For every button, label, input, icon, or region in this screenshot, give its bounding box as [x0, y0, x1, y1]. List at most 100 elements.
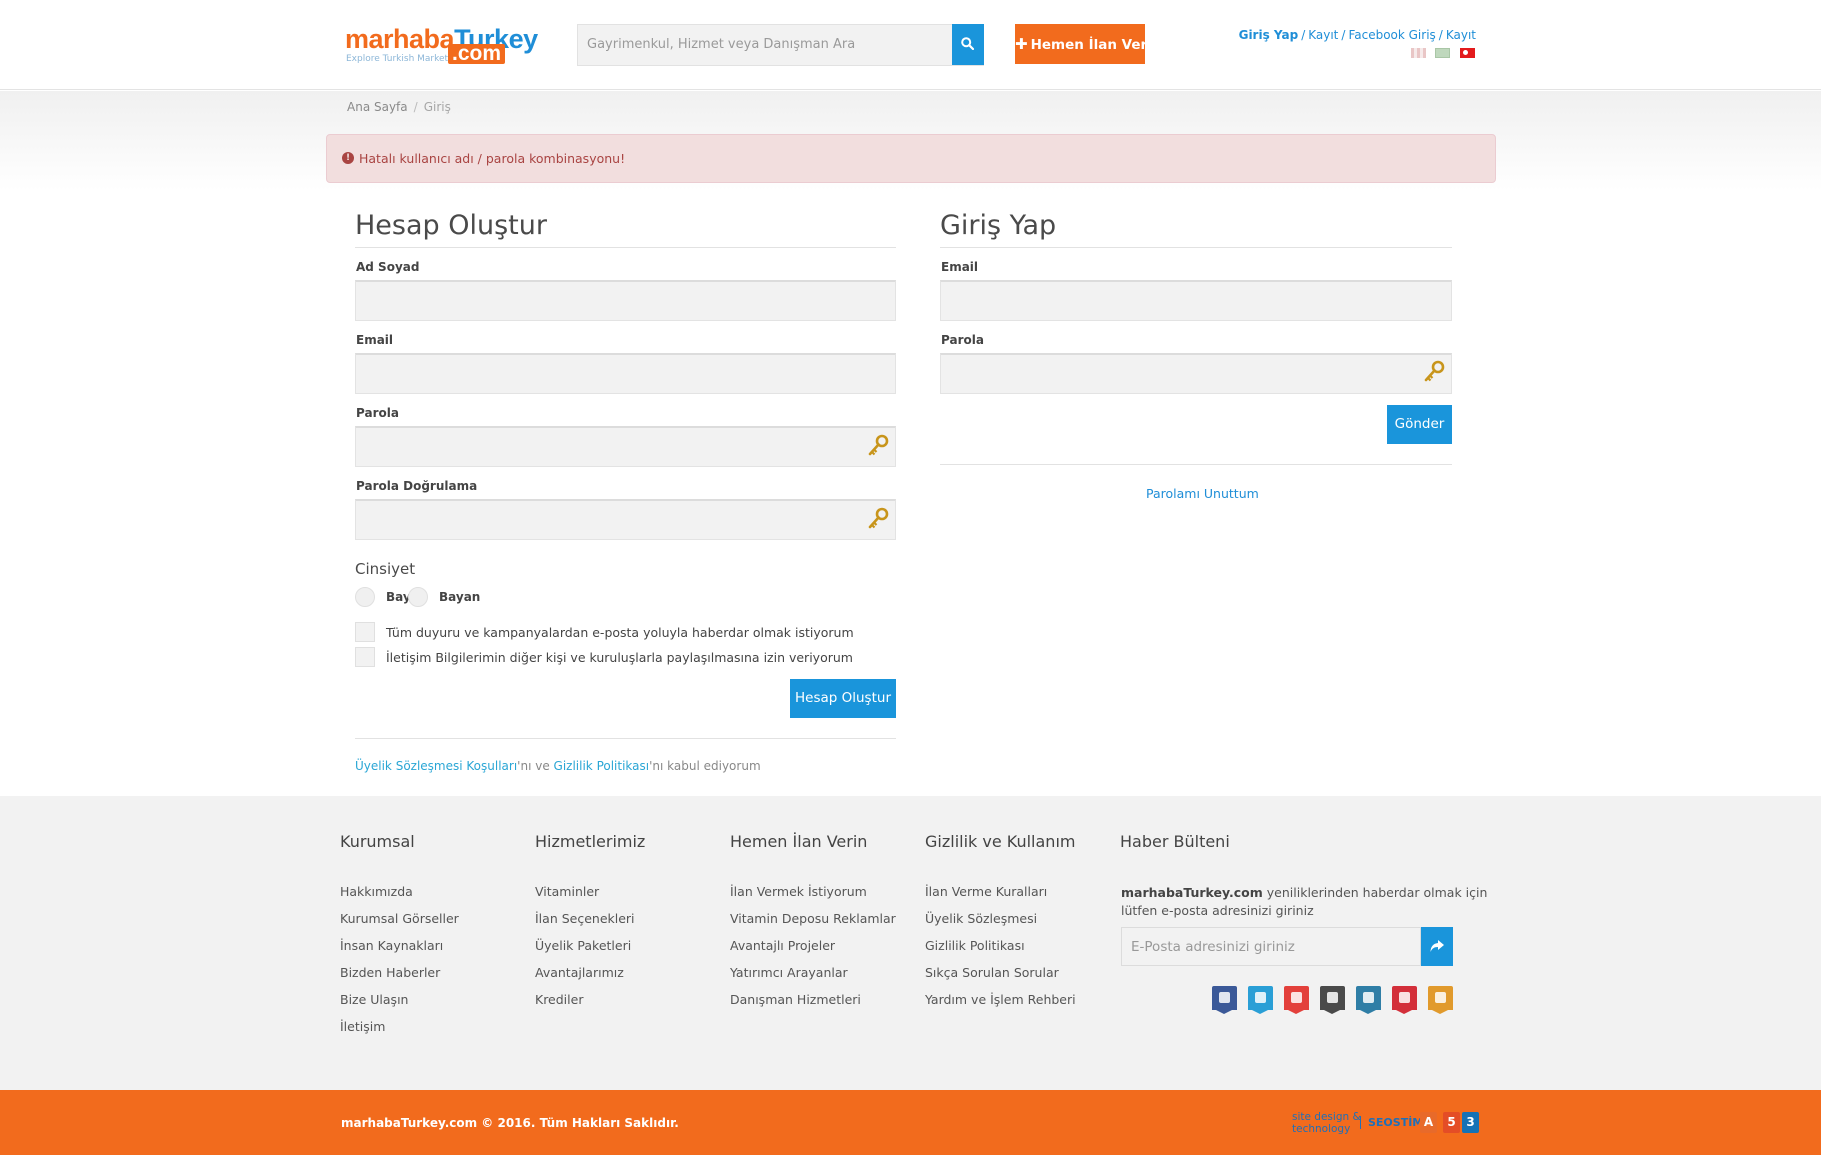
footer-column-title: Kurumsal	[340, 832, 415, 851]
login-submit-button[interactable]: Gönder	[1387, 405, 1452, 444]
pinterest-icon[interactable]	[1392, 986, 1417, 1016]
footer-link[interactable]: İlan Verme Kuralları	[925, 878, 1076, 905]
register-email-input[interactable]	[355, 353, 896, 394]
terms-text: Üyelik Sözleşmesi Koşulları'nı ve Gizlil…	[355, 759, 761, 773]
footer-column-newsletter: Haber Bülteni	[1120, 832, 1230, 851]
footer-link[interactable]: Avantajlarımız	[535, 959, 645, 986]
design-credit-line-2: technology	[1292, 1123, 1351, 1135]
footer-link[interactable]: Sıkça Sorulan Sorular	[925, 959, 1076, 986]
twitter-icon[interactable]	[1248, 986, 1273, 1016]
forgot-password-link[interactable]: Parolamı Unuttum	[1146, 486, 1259, 501]
newsletter-text: marhabaTurkey.com yeniliklerinden haberd…	[1121, 884, 1491, 920]
newsletter-placeholder: E-Posta adresinizi giriniz	[1131, 939, 1295, 955]
footer-column-post-ad: Hemen İlan Verin İlan Vermek İstiyorum V…	[730, 832, 896, 1013]
footer-link[interactable]: Gizlilik Politikası	[925, 932, 1076, 959]
terms-mid: 'nı ve	[517, 759, 554, 773]
privacy-link[interactable]: Gizlilik Politikası	[554, 759, 650, 773]
flag-tr-icon[interactable]	[1460, 48, 1475, 58]
newsletter-email-input[interactable]: E-Posta adresinizi giriniz	[1121, 927, 1421, 966]
facebook-login-link[interactable]: Facebook Giriş	[1348, 28, 1435, 42]
footer-link[interactable]: Üyelik Sözleşmesi	[925, 905, 1076, 932]
footer-link[interactable]: Danışman Hizmetleri	[730, 986, 896, 1013]
login-title-divider	[940, 247, 1452, 248]
name-input[interactable]	[355, 280, 896, 321]
register-title-divider	[355, 247, 896, 248]
site-logo[interactable]: marhabaTurkey .com Explore Turkish Marke…	[345, 24, 538, 68]
login-email-input[interactable]	[940, 280, 1452, 321]
footer-column-privacy: Gizlilik ve Kullanım İlan Verme Kurallar…	[925, 832, 1076, 1013]
footer-link[interactable]: İlan Seçenekleri	[535, 905, 645, 932]
footer-link[interactable]: İlan Vermek İstiyorum	[730, 878, 896, 905]
footer-link[interactable]: Avantajlı Projeler	[730, 932, 896, 959]
design-company-link[interactable]: SEOSTİM	[1360, 1116, 1423, 1129]
gender-male-label: Bay	[386, 590, 411, 604]
footer-link[interactable]: Bizden Haberler	[340, 959, 459, 986]
password-confirm-label: Parola Doğrulama	[356, 479, 478, 493]
newsletter-submit-button[interactable]	[1421, 927, 1453, 966]
youtube-icon[interactable]	[1284, 986, 1309, 1016]
footer-link[interactable]: Kurumsal Görseller	[340, 905, 459, 932]
logo-text-1: marhaba	[345, 24, 455, 54]
register-link-2[interactable]: Kayıt	[1446, 28, 1476, 42]
copyright-bar: marhabaTurkey.com © 2016. Tüm Hakları Sa…	[0, 1090, 1821, 1155]
password-confirm-input[interactable]	[355, 499, 896, 540]
design-credit: site design & technology	[1292, 1111, 1361, 1135]
design-credit-line-1: site design &	[1292, 1111, 1361, 1123]
search-button[interactable]	[952, 24, 984, 65]
post-ad-label: Hemen İlan Ver	[1030, 37, 1148, 53]
flag-ar-icon[interactable]	[1435, 48, 1450, 58]
search-icon	[961, 37, 974, 50]
exclamation-icon: !	[342, 152, 354, 164]
footer-link[interactable]: Vitamin Deposu Reklamlar	[730, 905, 896, 932]
user-links: Giriş Yap / Kayıt / Facebook Giriş / Kayıt	[1238, 28, 1476, 42]
gender-female-label: Bayan	[439, 590, 481, 604]
terms-link[interactable]: Üyelik Sözleşmesi Koşulları	[355, 759, 517, 773]
footer-column-title: Hemen İlan Verin	[730, 832, 868, 851]
instagram-icon[interactable]	[1356, 986, 1381, 1016]
footer-column-corporate: Kurumsal Hakkımızda Kurumsal Görseller İ…	[340, 832, 459, 1040]
breadcrumb-home[interactable]: Ana Sayfa	[347, 100, 408, 114]
search-input[interactable]: Gayrimenkul, Hizmet veya Danışman Ara	[577, 24, 984, 66]
login-password-input[interactable]	[940, 353, 1452, 394]
terms-end: 'nı kabul ediyorum	[649, 759, 761, 773]
footer-link[interactable]: Üyelik Paketleri	[535, 932, 645, 959]
footer-link[interactable]: Hakkımızda	[340, 878, 459, 905]
register-email-label: Email	[356, 333, 394, 347]
site-footer: Kurumsal Hakkımızda Kurumsal Görseller İ…	[0, 796, 1821, 1090]
copyright-text: marhabaTurkey.com © 2016. Tüm Hakları Sa…	[341, 1116, 679, 1130]
footer-link[interactable]: Vitaminler	[535, 878, 645, 905]
html5-badge-icon: 5	[1443, 1112, 1460, 1133]
newsletter-title: Haber Bülteni	[1120, 832, 1230, 851]
gender-male-radio[interactable]	[355, 587, 375, 607]
login-title: Giriş Yap	[940, 210, 1057, 241]
flag-en-icon[interactable]	[1411, 48, 1426, 58]
consent-email-checkbox[interactable]	[355, 622, 375, 642]
gender-female-radio[interactable]	[408, 587, 428, 607]
footer-link[interactable]: Bize Ulaşın	[340, 986, 459, 1013]
facebook-icon[interactable]	[1212, 986, 1237, 1016]
rss-icon[interactable]	[1428, 986, 1453, 1016]
breadcrumb-current: Giriş	[423, 100, 451, 114]
footer-link[interactable]: Krediler	[535, 986, 645, 1013]
plus-icon: ✚	[1015, 35, 1028, 53]
googleplus-icon[interactable]	[1320, 986, 1345, 1016]
alert-message: Hatalı kullanıcı adı / parola kombinasyo…	[359, 151, 626, 166]
footer-link[interactable]: Yardım ve İşlem Rehberi	[925, 986, 1076, 1013]
create-account-button[interactable]: Hesap Oluştur	[790, 679, 896, 718]
key-icon	[868, 507, 889, 529]
consent-share-checkbox[interactable]	[355, 647, 375, 667]
register-link[interactable]: Kayıt	[1308, 28, 1338, 42]
footer-link[interactable]: İletişim	[340, 1013, 459, 1040]
post-ad-button[interactable]: ✚ Hemen İlan Ver	[1015, 24, 1148, 64]
error-alert: ! Hatalı kullanıcı adı / parola kombinas…	[326, 134, 1496, 183]
breadcrumb: Ana Sayfa / Giriş	[347, 100, 451, 114]
logo-com: .com	[448, 43, 506, 64]
footer-link[interactable]: İnsan Kaynakları	[340, 932, 459, 959]
login-link[interactable]: Giriş Yap	[1239, 28, 1299, 42]
footer-column-title: Gizlilik ve Kullanım	[925, 832, 1076, 851]
footer-link[interactable]: Yatırımcı Arayanlar	[730, 959, 896, 986]
register-bottom-divider	[355, 738, 896, 739]
register-title: Hesap Oluştur	[355, 210, 547, 241]
login-password-label: Parola	[941, 333, 984, 347]
register-password-input[interactable]	[355, 426, 896, 467]
